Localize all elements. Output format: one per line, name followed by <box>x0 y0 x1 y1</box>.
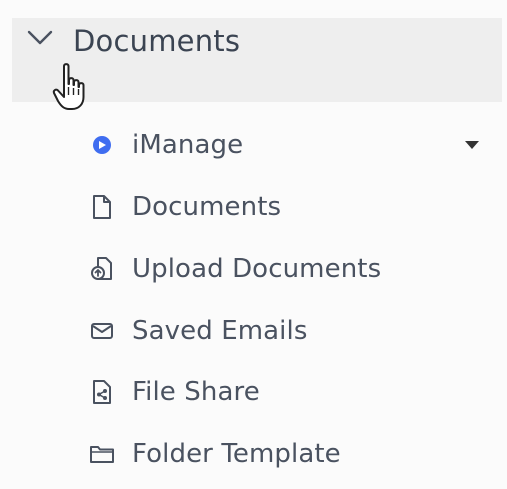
documents-nav-panel: Documents iManage Documents Upload Docum… <box>0 0 507 489</box>
caret-down-icon[interactable] <box>464 140 480 150</box>
nav-item-saved-emails[interactable]: Saved Emails <box>88 309 488 353</box>
nav-item-upload-documents[interactable]: Upload Documents <box>88 247 488 291</box>
nav-item-label: Documents <box>132 192 282 222</box>
nav-item-label: Saved Emails <box>132 316 308 346</box>
nav-item-label: File Share <box>132 377 260 407</box>
chevron-down-icon[interactable] <box>26 28 54 48</box>
nav-item-label: Upload Documents <box>132 254 382 284</box>
nav-item-file-share[interactable]: File Share <box>88 370 488 414</box>
nav-item-label: iManage <box>132 130 244 160</box>
folder-icon <box>88 440 116 468</box>
nav-item-folder-template[interactable]: Folder Template <box>88 432 488 476</box>
section-title[interactable]: Documents <box>73 24 240 58</box>
nav-item-label: Folder Template <box>132 439 341 469</box>
document-icon <box>88 193 116 221</box>
imanage-icon <box>88 131 116 159</box>
hand-pointer-cursor-icon <box>52 63 85 110</box>
nav-item-documents[interactable]: Documents <box>88 185 488 229</box>
file-share-icon <box>88 378 116 406</box>
email-icon <box>88 317 116 345</box>
nav-item-imanage[interactable]: iManage <box>88 123 488 167</box>
upload-documents-icon <box>88 255 116 283</box>
